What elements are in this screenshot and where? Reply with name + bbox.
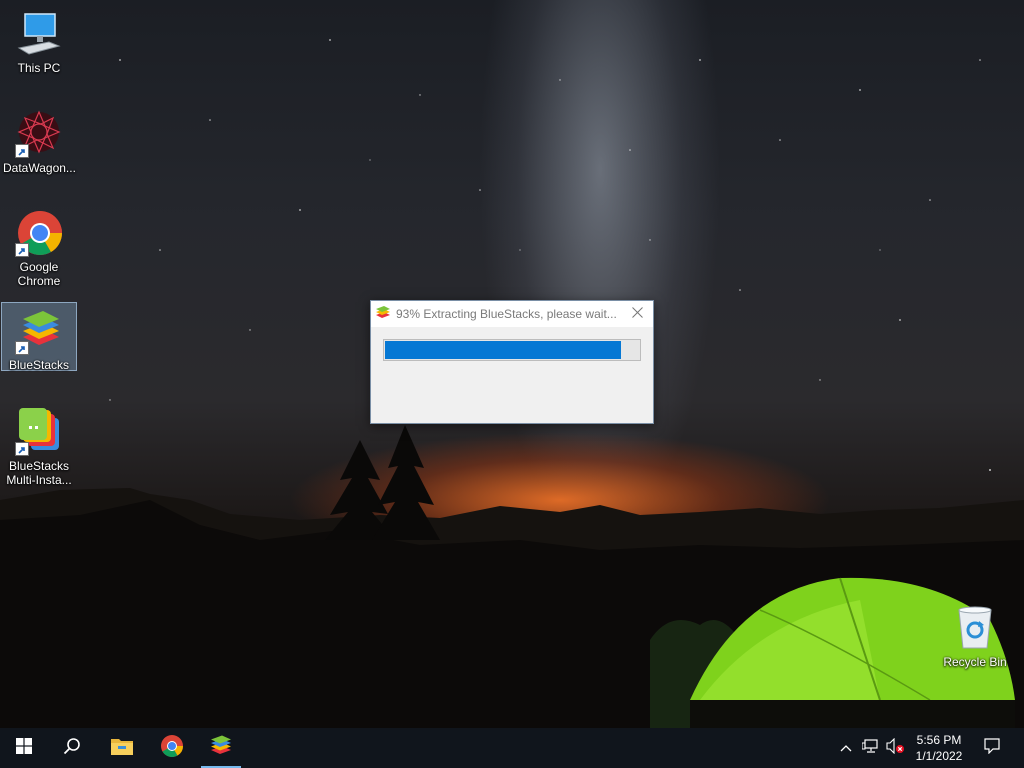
chrome-icon bbox=[160, 734, 184, 763]
datawagon-icon bbox=[15, 110, 63, 158]
shortcut-arrow-icon bbox=[15, 442, 29, 456]
trees bbox=[325, 425, 440, 540]
close-icon bbox=[631, 305, 643, 323]
chrome-icon bbox=[15, 209, 63, 257]
search-icon bbox=[63, 737, 81, 760]
dialog-title: 93% Extracting BlueStacks, please wait..… bbox=[396, 307, 617, 321]
desktop-icon-label: Recycle Bin bbox=[943, 655, 1007, 669]
taskbar-bluestacks[interactable] bbox=[197, 728, 245, 768]
dialog-titlebar[interactable]: 93% Extracting BlueStacks, please wait..… bbox=[371, 301, 653, 327]
network-icon bbox=[861, 738, 880, 759]
bluestacks-multi-instance-icon bbox=[15, 408, 63, 456]
desktop-icon-bluestacks-multi-instance[interactable]: BlueStacks Multi-Insta... bbox=[1, 404, 77, 487]
extracting-dialog[interactable]: 93% Extracting BlueStacks, please wait..… bbox=[370, 300, 654, 424]
this-pc-icon bbox=[15, 10, 63, 58]
desktop-icon-this-pc[interactable]: This PC bbox=[1, 6, 77, 75]
action-center-button[interactable] bbox=[976, 728, 1008, 768]
start-button[interactable] bbox=[0, 728, 48, 768]
bluestacks-icon bbox=[209, 734, 233, 763]
shortcut-arrow-icon bbox=[15, 144, 29, 158]
desktop-icon-google-chrome[interactable]: Google Chrome bbox=[1, 205, 77, 288]
bluestacks-icon bbox=[15, 307, 63, 355]
desktop-icon-label: This PC bbox=[17, 61, 61, 75]
volume-muted-icon bbox=[885, 737, 905, 759]
taskbar-file-explorer[interactable] bbox=[98, 728, 146, 768]
desktop-icon-recycle-bin[interactable]: Recycle Bin bbox=[937, 600, 1013, 669]
shortcut-arrow-icon bbox=[15, 341, 29, 355]
shortcut-arrow-icon bbox=[15, 243, 29, 257]
desktop-icon-label: DataWagon... bbox=[3, 161, 76, 175]
chevron-up-icon bbox=[840, 739, 852, 757]
extraction-progress-bar bbox=[383, 339, 641, 361]
desktop-icon-datawagon[interactable]: DataWagon... bbox=[1, 106, 77, 175]
taskbar: 5:56 PM 1/1/2022 bbox=[0, 728, 1024, 768]
progress-fill bbox=[385, 341, 621, 359]
show-hidden-icons-button[interactable] bbox=[836, 728, 856, 768]
file-explorer-icon bbox=[110, 736, 134, 761]
desktop-icon-label: BlueStacks bbox=[8, 358, 70, 372]
notification-icon bbox=[984, 737, 1000, 759]
volume-button[interactable] bbox=[884, 728, 906, 768]
dialog-close-button[interactable] bbox=[621, 301, 653, 327]
taskbar-chrome[interactable] bbox=[148, 728, 196, 768]
bluestacks-icon bbox=[375, 304, 391, 325]
clock-date: 1/1/2022 bbox=[915, 749, 963, 763]
network-button[interactable] bbox=[860, 728, 882, 768]
system-clock[interactable]: 5:56 PM 1/1/2022 bbox=[906, 732, 972, 764]
recycle-bin-icon bbox=[951, 604, 999, 652]
desktop-icon-bluestacks[interactable]: BlueStacks bbox=[1, 302, 77, 372]
start-icon bbox=[16, 737, 32, 759]
desktop-icon-label: Google Chrome bbox=[17, 260, 61, 288]
desktop-icon-label: BlueStacks Multi-Insta... bbox=[6, 459, 72, 487]
clock-time: 5:56 PM bbox=[916, 733, 962, 747]
search-button[interactable] bbox=[48, 728, 96, 768]
